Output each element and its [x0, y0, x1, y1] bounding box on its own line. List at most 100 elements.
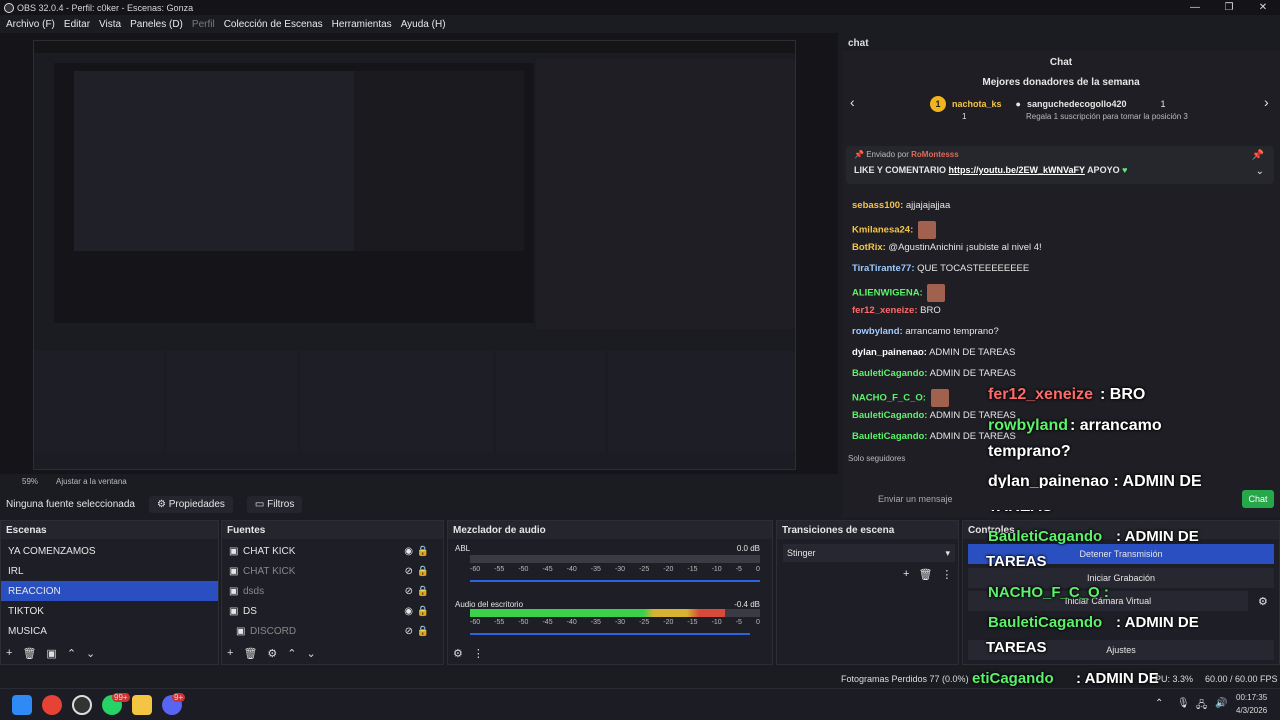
ch1-slider[interactable] [470, 580, 760, 582]
chat-username[interactable]: sebass100: [852, 200, 903, 211]
menu-archivo[interactable]: Archivo (F) [6, 19, 55, 30]
gear-icon[interactable]: ⚙ [267, 647, 277, 660]
explorer-icon[interactable] [132, 695, 152, 715]
chat-username[interactable]: ALIENWIGENA: [852, 288, 923, 299]
transition-select[interactable]: Stinger ▾ [783, 544, 955, 562]
donor2-name[interactable]: sanguchedecogollo420 [1027, 99, 1127, 109]
obs-icon[interactable] [72, 695, 92, 715]
down-icon[interactable]: ⌄ [86, 647, 95, 660]
gear-icon[interactable]: ⚙ [1258, 595, 1268, 608]
chat-username[interactable]: BauletiCagando: [852, 431, 927, 442]
properties-button[interactable]: ⚙ Propiedades [148, 495, 233, 513]
network-icon[interactable]: 🖧 [1196, 698, 1207, 715]
trash-icon[interactable]: 🗑 [918, 568, 932, 581]
menu-vista[interactable]: Vista [99, 19, 121, 30]
add-icon[interactable]: + [903, 568, 909, 581]
source-item[interactable]: ▣ dsds ⊘ 🔒 [222, 581, 443, 601]
scene-item[interactable]: YA COMENZAMOS [1, 541, 218, 561]
pinned-by-user[interactable]: RoMontesss [911, 150, 959, 159]
source-item[interactable]: ▣ DS ◉ 🔒 [222, 601, 443, 621]
nested-inner-chat [354, 71, 524, 251]
down-icon[interactable]: ⌄ [307, 647, 316, 660]
lock-icon[interactable]: 🔒 [417, 626, 429, 637]
visibility-icon[interactable]: ◉ [404, 546, 413, 557]
up-icon[interactable]: ⌃ [287, 647, 296, 660]
chrome-icon[interactable] [42, 695, 62, 715]
scene-list: YA COMENZAMOS IRL REACCION TIKTOK MUSICA [1, 539, 218, 641]
donor-name[interactable]: nachota_ks [952, 99, 1002, 109]
lock-icon[interactable]: 🔒 [417, 566, 429, 577]
clock-time[interactable]: 00:17:35 [1236, 693, 1267, 702]
lock-icon[interactable]: 🔒 [417, 586, 429, 597]
chat-username[interactable]: Kmilanesa24: [852, 225, 913, 236]
filters-button[interactable]: ▭ Filtros [246, 495, 303, 513]
filter-icon[interactable]: ▣ [46, 647, 56, 660]
close-icon[interactable]: ✕ [1246, 0, 1280, 15]
mixer-settings-icon[interactable]: ⚙ [453, 647, 463, 660]
chat-username[interactable]: BotRix: [852, 242, 886, 253]
chat-username[interactable]: fer12_xeneize: [852, 305, 917, 316]
clock-date[interactable]: 4/3/2026 [1236, 706, 1267, 715]
menu-paneles[interactable]: Paneles (D) [130, 19, 183, 30]
source-item[interactable]: ▣ CHAT KICK ⊘ 🔒 [222, 561, 443, 581]
chat-username[interactable]: TiraTirante77: [852, 263, 914, 274]
chat-text: ADMIN DE TAREAS [929, 347, 1016, 358]
add-icon[interactable]: + [6, 647, 12, 660]
chevron-down-icon[interactable]: ⌄ [1256, 166, 1264, 177]
nested-titlebar [34, 41, 795, 53]
pinned-body: LIKE Y COMENTARIO https://youtu.be/2EW_k… [854, 165, 1127, 175]
lock-icon[interactable]: 🔒 [417, 546, 429, 557]
source-item[interactable]: ▣ DISCORD ⊘ 🔒 [222, 621, 443, 641]
scene-item[interactable]: TIKTOK [1, 601, 218, 621]
zoom-fit-label[interactable]: Ajustar a la ventana [56, 477, 127, 486]
chevron-left-icon[interactable]: ‹ [850, 94, 855, 110]
visibility-icon[interactable]: ⊘ [405, 626, 413, 637]
chat-message: BotRix: @AgustinAnichini ¡subiste al niv… [852, 242, 1042, 253]
menu-dots-icon[interactable]: ⋮ [941, 568, 952, 581]
lock-icon[interactable]: 🔒 [417, 606, 429, 617]
chat-title: Chat [1049, 57, 1073, 68]
menu-herramientas[interactable]: Herramientas [332, 19, 392, 30]
minimize-icon[interactable]: — [1178, 0, 1212, 15]
pin-icon[interactable]: 📌 [1252, 150, 1264, 161]
chevron-right-icon[interactable]: › [1264, 94, 1269, 110]
visibility-icon[interactable]: ◉ [404, 606, 413, 617]
meter-tick: -50 [518, 619, 529, 626]
chat-username[interactable]: BauletiCagando: [852, 368, 927, 379]
menu-ayuda[interactable]: Ayuda (H) [401, 19, 446, 30]
menu-dots-icon[interactable]: ⋮ [473, 647, 484, 660]
add-icon[interactable]: + [227, 647, 233, 660]
overlay-rowby: rowbyland [988, 417, 1069, 434]
cpu-usage: PU: 3.3% [1155, 674, 1194, 684]
trash-icon[interactable]: 🗑 [22, 647, 36, 660]
scene-item[interactable]: MUSICA [1, 621, 218, 641]
chat-username[interactable]: BauletiCagando: [852, 410, 927, 421]
scene-item[interactable]: REACCION [1, 581, 218, 601]
transition-value: Stinger [787, 548, 816, 558]
menu-coleccion[interactable]: Colección de Escenas [224, 19, 323, 30]
menu-perfil[interactable]: Perfil [192, 19, 215, 30]
pinned-link[interactable]: https://youtu.be/2EW_kWNVaFY [949, 165, 1085, 175]
chat-username[interactable]: NACHO_F_C_O: [852, 393, 926, 404]
scene-item[interactable]: IRL [1, 561, 218, 581]
emote-icon [930, 389, 949, 407]
menu-editar[interactable]: Editar [64, 19, 90, 30]
chat-username[interactable]: rowbyland: [852, 326, 903, 337]
chat-send-button[interactable]: Chat [1242, 490, 1274, 508]
speaker-icon[interactable]: 🔊 [1215, 698, 1227, 709]
mic-icon[interactable]: 🎙 [1177, 698, 1190, 709]
source-item[interactable]: ▣ CHAT KICK ◉ 🔒 [222, 541, 443, 561]
visibility-icon[interactable]: ⊘ [405, 586, 413, 597]
maximize-icon[interactable]: ❐ [1212, 0, 1246, 15]
chat-message: rowbyland: arrancamo temprano? [852, 326, 999, 337]
up-icon[interactable]: ⌃ [67, 647, 76, 660]
chat-input[interactable]: Enviar un mensaje [878, 494, 953, 504]
trash-icon[interactable]: 🗑 [243, 647, 257, 660]
visibility-icon[interactable]: ⊘ [405, 566, 413, 577]
chat-username[interactable]: dylan_painenao: [852, 347, 927, 358]
nested-taskbar [34, 451, 795, 469]
tray-chevron-icon[interactable]: ⌃ [1155, 698, 1163, 709]
zoom-value[interactable]: 59% [22, 477, 38, 486]
windows-start-icon[interactable] [12, 695, 32, 715]
ch2-slider[interactable] [470, 633, 750, 635]
